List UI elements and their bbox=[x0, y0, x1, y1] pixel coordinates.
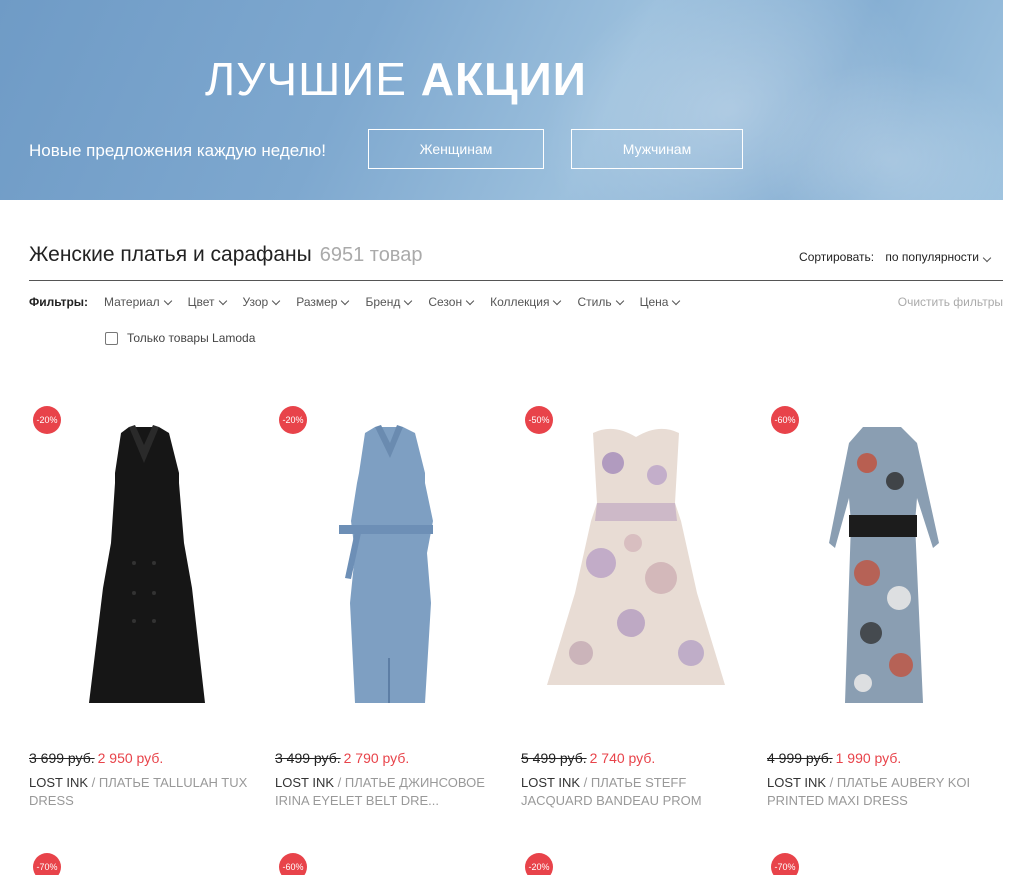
chevron-down-icon bbox=[404, 296, 413, 305]
chevron-down-icon bbox=[341, 296, 350, 305]
page-title: Женские платья и сарафаны 6951 товар bbox=[29, 243, 422, 267]
filter-bar: Фильтры: Материал Цвет Узор Размер Бренд… bbox=[29, 295, 696, 309]
banner-subtitle: Новые предложения каждую неделю! bbox=[29, 141, 327, 160]
chevron-down-icon bbox=[672, 296, 681, 305]
filter-pattern[interactable]: Узор bbox=[242, 295, 281, 309]
divider bbox=[29, 280, 1003, 281]
discount-badge: -20% bbox=[525, 853, 553, 875]
discount-badge: -20% bbox=[33, 406, 61, 434]
banner-title-light: ЛУЧШИЕ bbox=[205, 53, 407, 105]
product-image[interactable]: -20% bbox=[29, 403, 259, 723]
product-image[interactable]: -60% bbox=[767, 403, 997, 723]
new-price: 1 990 руб. bbox=[835, 750, 902, 766]
lamoda-only-toggle[interactable]: Только товары Lamoda bbox=[105, 331, 255, 345]
sort-label: Сортировать: bbox=[799, 250, 875, 264]
lamoda-only-checkbox[interactable] bbox=[105, 331, 118, 345]
product-name[interactable]: LOST INK / Платье STEFF JACQUARD BANDEAU… bbox=[521, 774, 751, 810]
filter-label: Узор bbox=[242, 295, 269, 309]
product-image[interactable]: -20% bbox=[275, 403, 505, 723]
lamoda-only-label: Только товары Lamoda bbox=[127, 331, 256, 345]
discount-badge: -60% bbox=[279, 853, 307, 875]
filters-label: Фильтры: bbox=[29, 295, 89, 309]
product-prices: 3 699 руб. 2 950 руб. bbox=[29, 750, 259, 766]
product-name[interactable]: LOST INK / Платье TALLULAH TUX DRESS bbox=[29, 774, 259, 810]
chevron-down-icon bbox=[271, 296, 281, 305]
product-name[interactable]: LOST INK / Платье AUBERY KOI PRINTED MAX… bbox=[767, 774, 997, 810]
product-brand: LOST INK bbox=[29, 775, 89, 790]
filter-label: Размер bbox=[296, 295, 338, 309]
discount-badge: -20% bbox=[279, 406, 307, 434]
product-prices: 5 499 руб. 2 740 руб. bbox=[521, 750, 751, 766]
banner-title-bold: АКЦИИ bbox=[420, 53, 587, 105]
product-image[interactable]: -50% bbox=[521, 403, 751, 723]
new-price: 2 950 руб. bbox=[97, 750, 164, 766]
filter-label: Материал bbox=[104, 295, 160, 309]
chevron-down-icon bbox=[615, 296, 624, 305]
product-count: 6951 товар bbox=[319, 244, 423, 266]
new-price: 2 790 руб. bbox=[343, 750, 410, 766]
product-brand: LOST INK bbox=[275, 775, 335, 790]
category-title: Женские платья и сарафаны bbox=[29, 243, 312, 266]
filter-label: Цена bbox=[639, 295, 669, 309]
clear-filters-link[interactable]: Очистить фильтры bbox=[898, 295, 1003, 309]
chevron-down-icon bbox=[465, 296, 475, 305]
old-price: 3 699 руб. bbox=[29, 750, 95, 766]
old-price: 4 999 руб. bbox=[767, 750, 833, 766]
new-price: 2 740 руб. bbox=[589, 750, 656, 766]
women-button[interactable]: Женщинам bbox=[368, 129, 544, 169]
filter-brand[interactable]: Бренд bbox=[365, 295, 413, 309]
filter-label: Стиль bbox=[577, 295, 612, 309]
product-brand: LOST INK bbox=[767, 775, 827, 790]
filter-collection[interactable]: Коллекция bbox=[490, 295, 562, 309]
sort-dropdown[interactable]: по популярности bbox=[885, 250, 992, 264]
chevron-down-icon bbox=[218, 296, 227, 305]
discount-badge: -50% bbox=[525, 406, 553, 434]
discount-badge: -60% bbox=[771, 406, 799, 434]
filter-price[interactable]: Цена bbox=[639, 295, 681, 309]
filter-style[interactable]: Стиль bbox=[577, 295, 624, 309]
filter-label: Сезон bbox=[428, 295, 463, 309]
product-card[interactable]: -20% 3 699 руб. 2 950 руб. LOST INK / Пла… bbox=[29, 403, 259, 810]
dress-image bbox=[829, 427, 939, 703]
discount-badge: -70% bbox=[33, 853, 61, 875]
sort-value: по популярности bbox=[885, 250, 979, 264]
product-prices: 3 499 руб. 2 790 руб. bbox=[275, 750, 505, 766]
dress-image bbox=[339, 425, 433, 703]
chevron-down-icon bbox=[982, 253, 992, 263]
filter-material[interactable]: Материал bbox=[104, 295, 172, 309]
banner-title: ЛУЧШИЕ АКЦИИ bbox=[205, 52, 587, 106]
promo-banner[interactable]: ЛУЧШИЕ АКЦИИ Новые предложения каждую не… bbox=[0, 0, 1003, 200]
old-price: 5 499 руб. bbox=[521, 750, 587, 766]
product-card[interactable]: -60% 4 999 руб. 1 990 руб. LOST INK / Пла… bbox=[767, 403, 997, 810]
product-card[interactable]: -20% 3 499 руб. 2 790 руб. LOST INK / Пла… bbox=[275, 403, 505, 810]
sort-control[interactable]: Сортировать: по популярности bbox=[799, 250, 992, 264]
chevron-down-icon bbox=[553, 296, 562, 305]
dress-image bbox=[89, 425, 205, 703]
filter-color[interactable]: Цвет bbox=[187, 295, 227, 309]
product-brand: LOST INK bbox=[521, 775, 581, 790]
product-card[interactable]: -50% 5 499 руб. 2 740 руб. LOST INK / Пла… bbox=[521, 403, 751, 810]
filter-label: Цвет bbox=[187, 295, 215, 309]
chevron-down-icon bbox=[163, 296, 172, 305]
men-button[interactable]: Мужчинам bbox=[571, 129, 743, 169]
filter-label: Бренд bbox=[365, 295, 401, 309]
product-name[interactable]: LOST INK / Платье джинсовое IRINA EYELET… bbox=[275, 774, 505, 810]
filter-season[interactable]: Сезон bbox=[428, 295, 475, 309]
discount-badge: -70% bbox=[771, 853, 799, 875]
dress-image bbox=[547, 428, 725, 685]
filter-label: Коллекция bbox=[490, 295, 550, 309]
old-price: 3 499 руб. bbox=[275, 750, 341, 766]
product-prices: 4 999 руб. 1 990 руб. bbox=[767, 750, 997, 766]
banner-sheen bbox=[760, 60, 1003, 200]
filter-size[interactable]: Размер bbox=[296, 295, 350, 309]
